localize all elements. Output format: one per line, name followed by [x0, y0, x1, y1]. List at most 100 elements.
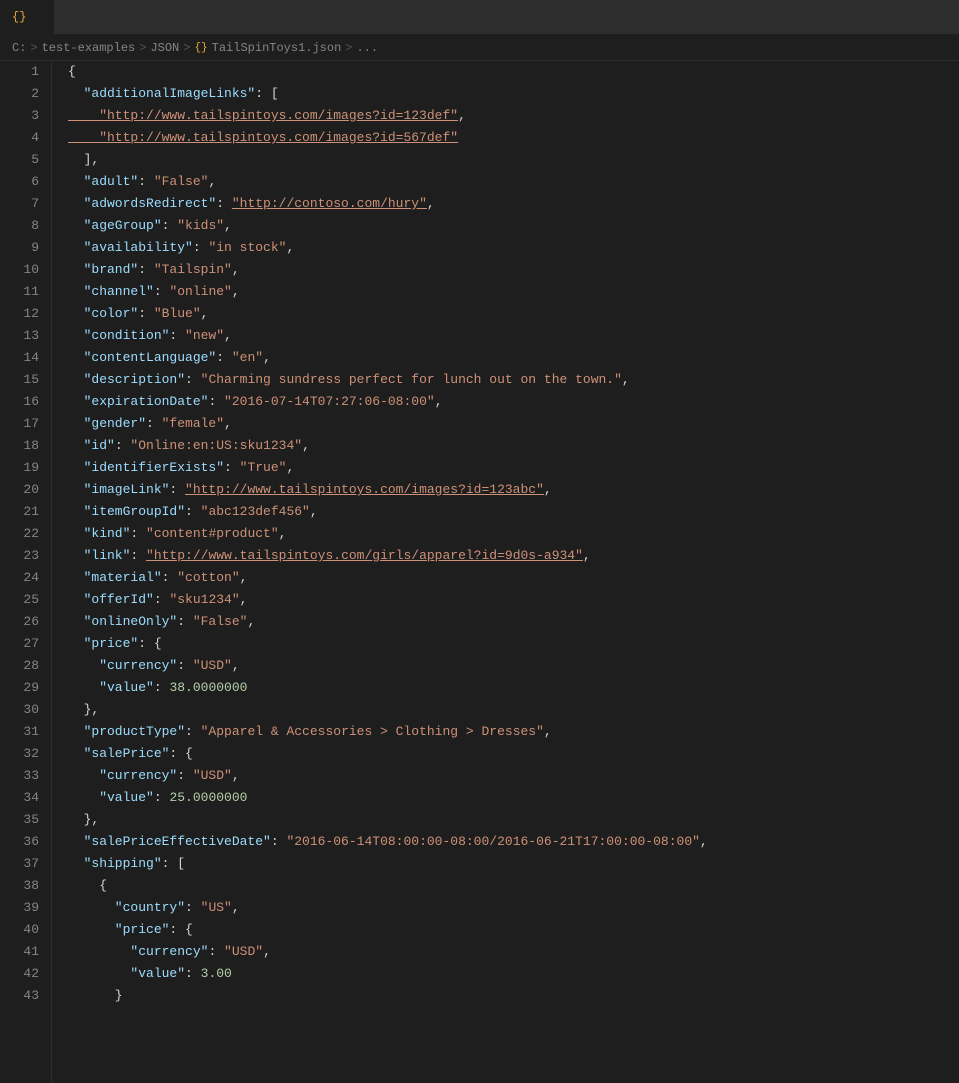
- breadcrumb-json-icon: {}: [194, 42, 207, 54]
- key-token: "adult": [68, 174, 138, 189]
- string-token: "en": [232, 350, 263, 365]
- punct-token: :: [138, 306, 154, 321]
- tab-bar: {}: [0, 0, 959, 35]
- punct-token: :: [193, 240, 209, 255]
- string-token: "Online:en:US:sku1234": [130, 438, 302, 453]
- key-token: "availability": [68, 240, 193, 255]
- code-line: "additionalImageLinks": [: [68, 83, 959, 105]
- line-number: 9: [16, 237, 39, 259]
- code-line: "kind": "content#product",: [68, 523, 959, 545]
- key-token: "ageGroup": [68, 218, 162, 233]
- punct-token: :: [138, 262, 154, 277]
- url-token: "http://contoso.com/hury": [232, 196, 427, 211]
- string-token: "online": [169, 284, 231, 299]
- code-line: "onlineOnly": "False",: [68, 611, 959, 633]
- punct-token: :: [146, 416, 162, 431]
- code-line: "value": 25.0000000: [68, 787, 959, 809]
- code-line: "color": "Blue",: [68, 303, 959, 325]
- breadcrumb-drive: C:: [12, 41, 26, 55]
- active-tab[interactable]: {}: [0, 0, 55, 35]
- punct-token: ,: [208, 174, 216, 189]
- line-number: 31: [16, 721, 39, 743]
- line-number: 43: [16, 985, 39, 1007]
- key-token: "additionalImageLinks": [68, 86, 255, 101]
- code-line: "identifierExists": "True",: [68, 457, 959, 479]
- line-number: 11: [16, 281, 39, 303]
- key-token: "currency": [68, 944, 208, 959]
- string-token: "abc123def456": [201, 504, 310, 519]
- line-number: 21: [16, 501, 39, 523]
- line-number: 2: [16, 83, 39, 105]
- key-token: "onlineOnly": [68, 614, 177, 629]
- line-number: 35: [16, 809, 39, 831]
- key-token: "condition": [68, 328, 169, 343]
- punct-token: :: [185, 900, 201, 915]
- line-number: 14: [16, 347, 39, 369]
- line-number: 4: [16, 127, 39, 149]
- line-number: 30: [16, 699, 39, 721]
- punct-token: :: [169, 328, 185, 343]
- code-line: "id": "Online:en:US:sku1234",: [68, 435, 959, 457]
- code-line: "salePrice": {: [68, 743, 959, 765]
- key-token: "description": [68, 372, 185, 387]
- punct-token: ],: [68, 152, 99, 167]
- url-token: "http://www.tailspintoys.com/images?id=5…: [68, 130, 458, 145]
- punct-token: {: [68, 64, 76, 79]
- code-line: "value": 3.00: [68, 963, 959, 985]
- punct-token: :: [185, 372, 201, 387]
- line-number: 22: [16, 523, 39, 545]
- string-token: "USD": [193, 768, 232, 783]
- code-line: }: [68, 985, 959, 1007]
- punct-token: :: [208, 394, 224, 409]
- key-token: "salePriceEffectiveDate": [68, 834, 271, 849]
- code-area[interactable]: { "additionalImageLinks": [ "http://www.…: [52, 61, 959, 1083]
- punct-token: :: [216, 350, 232, 365]
- punct-token: :: [154, 790, 170, 805]
- punct-token: ,: [240, 592, 248, 607]
- punct-token: :: [154, 284, 170, 299]
- punct-token: ,: [544, 482, 552, 497]
- string-token: "Blue": [154, 306, 201, 321]
- code-line: "adwordsRedirect": "http://contoso.com/h…: [68, 193, 959, 215]
- code-line: "link": "http://www.tailspintoys.com/gir…: [68, 545, 959, 567]
- code-line: "price": {: [68, 919, 959, 941]
- punct-token: :: [185, 724, 201, 739]
- line-number: 40: [16, 919, 39, 941]
- string-token: "female": [162, 416, 224, 431]
- breadcrumb-file: TailSpinToys1.json: [212, 41, 342, 55]
- key-token: "value": [68, 790, 154, 805]
- string-token: "kids": [177, 218, 224, 233]
- line-number: 37: [16, 853, 39, 875]
- punct-token: ,: [458, 108, 466, 123]
- line-number: 32: [16, 743, 39, 765]
- breadcrumb: C: > test-examples > JSON > {} TailSpinT…: [0, 35, 959, 61]
- code-line: "gender": "female",: [68, 413, 959, 435]
- line-number: 28: [16, 655, 39, 677]
- line-number: 17: [16, 413, 39, 435]
- code-line: },: [68, 699, 959, 721]
- line-number: 20: [16, 479, 39, 501]
- punct-token: ,: [279, 526, 287, 541]
- punct-token: }: [68, 988, 123, 1003]
- code-line: "value": 38.0000000: [68, 677, 959, 699]
- punct-token: ,: [427, 196, 435, 211]
- code-line: },: [68, 809, 959, 831]
- key-token: "gender": [68, 416, 146, 431]
- code-line: "country": "US",: [68, 897, 959, 919]
- punct-token: ,: [435, 394, 443, 409]
- punct-token: : [: [162, 856, 185, 871]
- line-number: 42: [16, 963, 39, 985]
- key-token: "contentLanguage": [68, 350, 216, 365]
- key-token: "value": [68, 680, 154, 695]
- line-numbers: 1234567891011121314151617181920212223242…: [0, 61, 52, 1083]
- line-number: 15: [16, 369, 39, 391]
- string-token: "Tailspin": [154, 262, 232, 277]
- line-number: 16: [16, 391, 39, 413]
- line-number: 8: [16, 215, 39, 237]
- punct-token: },: [68, 812, 99, 827]
- number-token: 38.0000000: [169, 680, 247, 695]
- key-token: "price": [68, 922, 169, 937]
- punct-token: :: [177, 768, 193, 783]
- key-token: "identifierExists": [68, 460, 224, 475]
- code-line: "material": "cotton",: [68, 567, 959, 589]
